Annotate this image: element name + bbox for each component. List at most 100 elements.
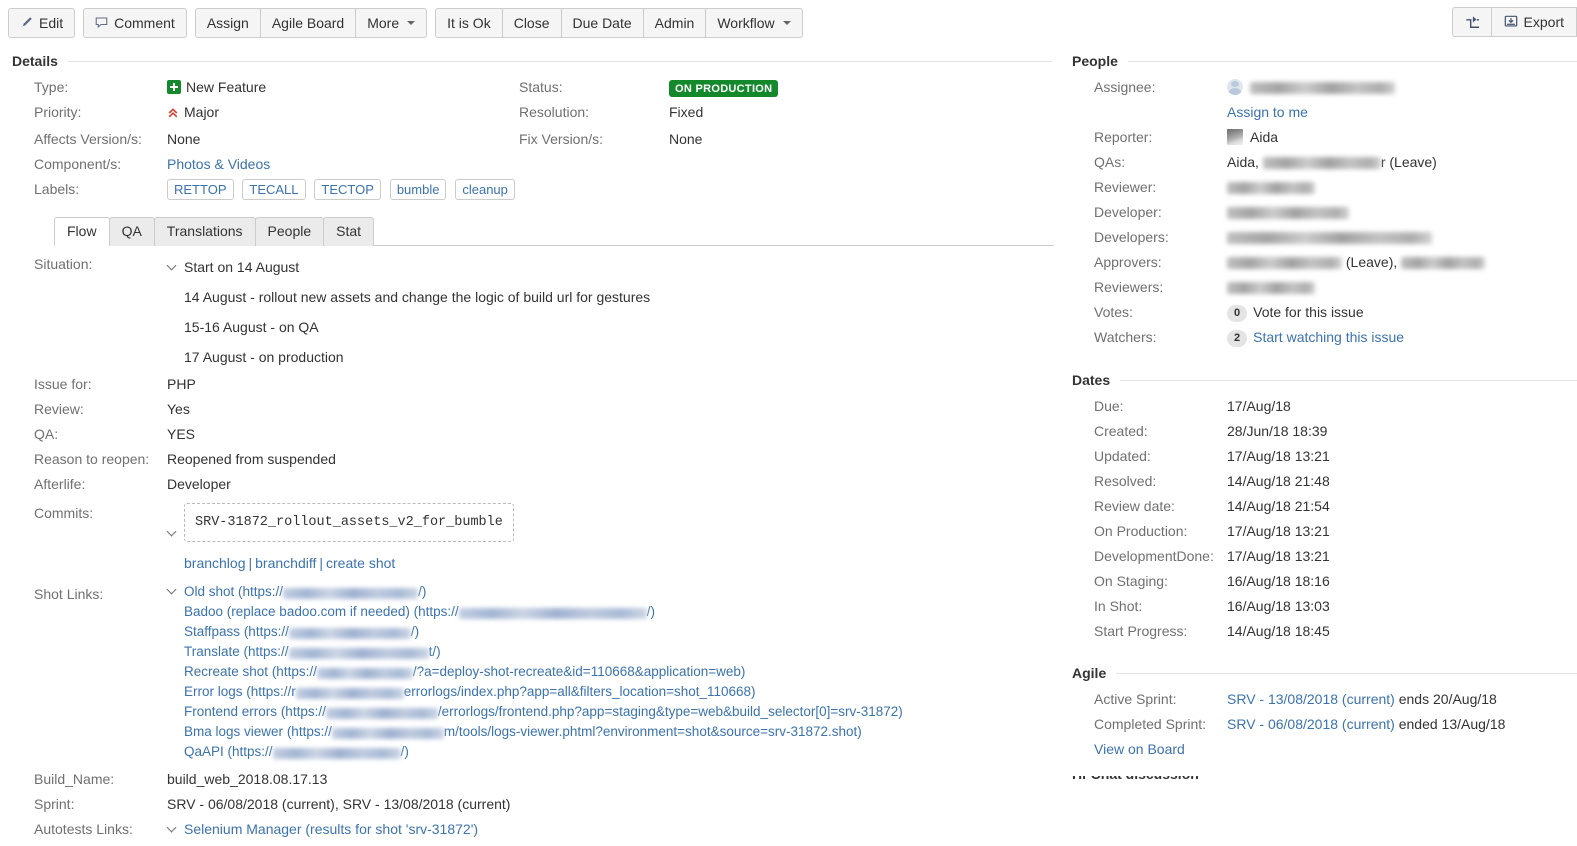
field-row-active-sprint: Active Sprint: SRV - 13/08/2018 (current… [1072, 687, 1577, 712]
shot-link-name[interactable]: Error logs [184, 684, 243, 699]
assignee-value [1227, 75, 1395, 100]
shot-link-name[interactable]: QaAPI [184, 744, 224, 759]
shot-links-label: Shot Links: [34, 586, 104, 602]
export-button[interactable]: Export [1490, 7, 1577, 37]
tab-translations[interactable]: Translations [153, 217, 256, 246]
details-fields: Type: New Feature Status: ON PRODUCTION … [12, 75, 1052, 202]
qas-label: QAs: [1094, 154, 1126, 170]
chevron-down-icon[interactable] [167, 527, 177, 537]
assign-to-me-cell: Assign to me [1227, 100, 1308, 125]
tab-flow-label: Flow [67, 223, 97, 239]
vote-for-this-issue-text: Vote for this issue [1253, 304, 1364, 320]
shot-link-name[interactable]: Old shot [184, 584, 234, 599]
status-value-cell: ON PRODUCTION [669, 75, 999, 100]
watchers-count-badge: 2 [1227, 330, 1248, 347]
tab-stat[interactable]: Stat [323, 217, 375, 246]
agile-board-button[interactable]: Agile Board [259, 7, 357, 38]
label-chip[interactable]: bumble [389, 179, 447, 200]
status-badge: ON PRODUCTION [669, 79, 779, 97]
link-separator: | [319, 555, 324, 571]
label-chip[interactable]: cleanup [455, 179, 515, 200]
comment-button[interactable]: Comment [83, 7, 187, 38]
edit-button-label: Edit [39, 14, 64, 31]
shot-links-list: Old shot (https:// /) Badoo (replace bado… [167, 582, 1047, 762]
review-date-label: Review date: [1094, 498, 1175, 514]
assign-button-label: Assign [206, 14, 249, 31]
approvers-mid-text: (Leave), [1342, 254, 1402, 270]
due-value: 17/Aug/18 [1227, 398, 1291, 414]
more-dropdown-button[interactable]: More [355, 7, 428, 38]
commits-value: SRV-31872_rollout_assets_v2_for_bumble b… [167, 501, 1027, 576]
view-on-board-link[interactable]: View on Board [1094, 741, 1185, 757]
shot-link-name[interactable]: Badoo (replace badoo.com if needed) [184, 604, 410, 619]
shot-link-name[interactable]: Frontend errors [184, 704, 277, 719]
shot-link-name[interactable]: Recreate shot [184, 664, 268, 679]
label-chip[interactable]: TECALL [242, 179, 306, 200]
close-button[interactable]: Close [501, 7, 562, 38]
field-row-developer: Developer: [1072, 200, 1577, 225]
active-sprint-link[interactable]: SRV - 13/08/2018 (current) [1227, 691, 1395, 707]
export-button-label: Export [1523, 14, 1564, 30]
field-row-developers: Developers: [1072, 225, 1577, 250]
development-done-value: 17/Aug/18 13:21 [1227, 548, 1330, 564]
shot-link-url-prefix: (https:// [271, 664, 317, 679]
workflow-dropdown-button[interactable]: Workflow [705, 7, 803, 38]
tab-people[interactable]: People [254, 217, 325, 246]
comment-button-label: Comment [114, 14, 175, 31]
share-button[interactable] [1451, 7, 1492, 37]
redacted-name [1227, 207, 1349, 219]
reporter-value: Aida [1250, 129, 1279, 145]
completed-sprint-value: SRV - 06/08/2018 (current) ended 13/Aug/… [1227, 712, 1505, 737]
it-is-ok-button[interactable]: It is Ok [435, 7, 503, 38]
selenium-manager-link[interactable]: Selenium Manager (results for shot 'srv-… [184, 821, 478, 837]
shot-link-url-suffix: /?a=deploy-shot-recreate&id=110668&appli… [412, 664, 746, 679]
chevron-down-icon[interactable] [167, 585, 177, 595]
chevron-down-icon[interactable] [167, 261, 177, 271]
tab-qa[interactable]: QA [108, 217, 155, 246]
shot-link-name[interactable]: Staffpass [184, 624, 240, 639]
agile-section-heading: Agile [1072, 665, 1577, 681]
field-row-reviewers: Reviewers: [1072, 275, 1577, 300]
completed-sprint-link[interactable]: SRV - 06/08/2018 (current) [1227, 716, 1395, 732]
field-row-review: Review: Yes [12, 397, 1052, 422]
shot-link-name[interactable]: Bma logs viewer [184, 724, 283, 739]
chevron-down-icon[interactable] [167, 823, 177, 833]
branchdiff-link[interactable]: branchdiff [255, 555, 316, 571]
field-row-priority: Priority: Major Resolution: Fixed [12, 100, 1052, 127]
field-row-sprint: Sprint: SRV - 06/08/2018 (current), SRV … [12, 792, 1052, 817]
field-row-on-staging: On Staging: 16/Aug/18 18:16 [1072, 569, 1577, 594]
shot-link-url-prefix: (https://r [246, 684, 296, 699]
tab-translations-label: Translations [166, 223, 243, 239]
situation-label: Situation: [34, 256, 93, 272]
updated-value: 17/Aug/18 13:21 [1227, 448, 1330, 464]
details-section-heading: Details [12, 53, 1052, 69]
priority-label: Priority: [34, 104, 82, 120]
component-link[interactable]: Photos & Videos [167, 156, 270, 172]
watchers-value: 2 Start watching this issue [1227, 325, 1404, 350]
edit-button[interactable]: Edit [8, 7, 76, 38]
admin-button[interactable]: Admin [642, 7, 707, 38]
priority-value: Major [184, 104, 220, 120]
build-name-value: build_web_2018.08.17.13 [167, 771, 328, 787]
label-chip[interactable]: RETTOP [167, 179, 234, 200]
shot-link-url-suffix: m/tools/logs-viewer.phtml?environment=sh… [443, 724, 862, 739]
labels-label: Labels: [34, 181, 80, 197]
field-row-issue-for: Issue for: PHP [12, 372, 1052, 397]
assign-to-me-link[interactable]: Assign to me [1227, 104, 1308, 120]
create-shot-link[interactable]: create shot [326, 555, 395, 571]
component-value-cell: Photos & Videos [167, 152, 497, 177]
assign-button[interactable]: Assign [194, 7, 261, 38]
shot-link-name[interactable]: Translate [184, 644, 240, 659]
autotests-links-value: Selenium Manager (results for shot 'srv-… [167, 817, 867, 842]
start-watching-link[interactable]: Start watching this issue [1253, 329, 1404, 345]
admin-button-label: Admin [654, 14, 695, 31]
field-row-review-date: Review date: 14/Aug/18 21:54 [1072, 494, 1577, 519]
label-chip[interactable]: TECTOP [314, 179, 381, 200]
autotests-links-label: Autotests Links: [34, 821, 133, 837]
due-date-button[interactable]: Due Date [560, 7, 644, 38]
tab-flow[interactable]: Flow [54, 217, 110, 246]
type-value: New Feature [186, 79, 267, 95]
branchlog-link[interactable]: branchlog [184, 555, 246, 571]
situation-line-text: Start on 14 August [184, 259, 300, 275]
details-heading-label: Details [12, 53, 58, 69]
